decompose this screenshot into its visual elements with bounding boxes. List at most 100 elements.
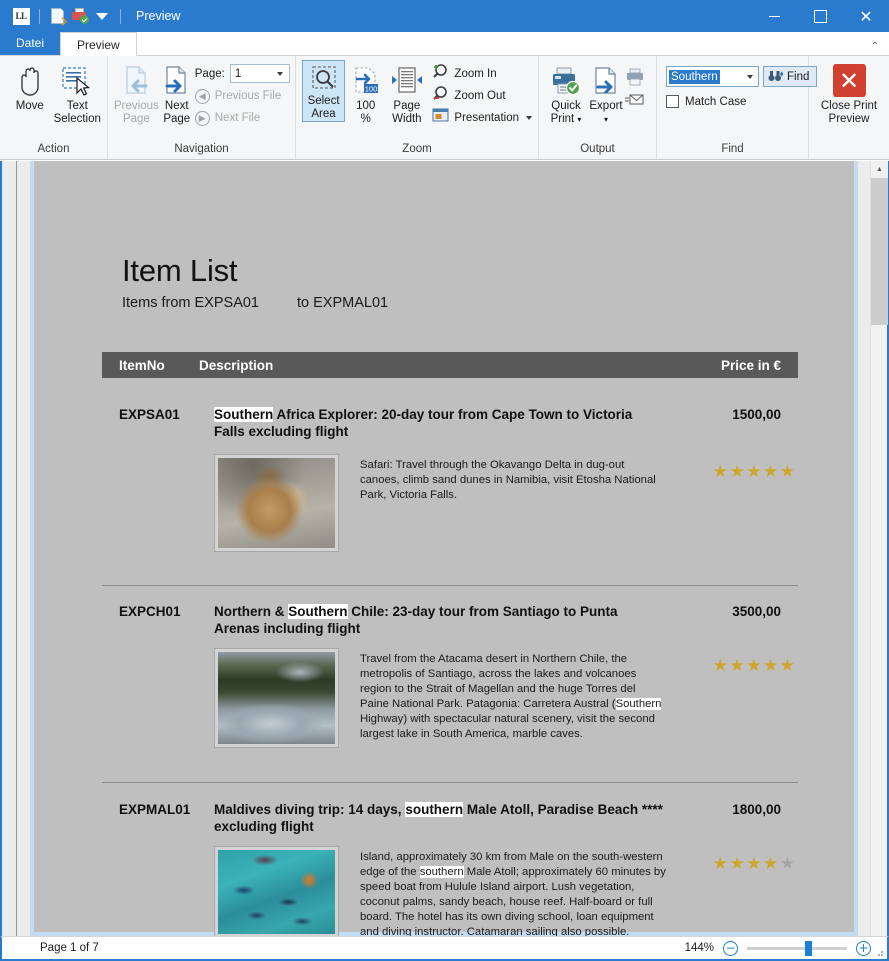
previous-page-button[interactable]: Previous Page — [114, 60, 159, 126]
group-label-output: Output — [580, 143, 615, 155]
column-header-price: Price in € — [720, 357, 781, 373]
item-thumbnail — [214, 846, 339, 936]
window-title: Preview — [136, 9, 181, 23]
scrollbar-thumb[interactable] — [871, 178, 888, 325]
tab-preview[interactable]: Preview — [60, 32, 137, 56]
move-button[interactable]: Move — [6, 60, 54, 113]
presentation-icon — [432, 108, 449, 128]
presentation-dropdown-icon[interactable] — [526, 116, 532, 120]
quick-print-icon[interactable] — [69, 5, 91, 27]
star-icon: ★ — [779, 656, 795, 676]
presentation-button[interactable]: Presentation — [432, 107, 532, 129]
export-dropdown-icon[interactable]: ▾ — [604, 115, 608, 124]
find-button-label: Find — [787, 70, 810, 83]
match-case-checkbox[interactable] — [666, 95, 679, 108]
maximize-button[interactable] — [797, 0, 843, 32]
zoom-100-icon: 100 — [351, 63, 381, 99]
search-highlight: Southern — [288, 604, 348, 619]
lion-photo — [218, 458, 335, 548]
close-print-preview-button[interactable]: ✕ Close Print Preview — [815, 60, 883, 126]
zoom-in-button-status[interactable]: + — [856, 940, 871, 956]
next-file-button[interactable]: ▶ Next File — [194, 107, 290, 129]
svg-text:100: 100 — [364, 85, 377, 94]
item-code: EXPMAL01 — [119, 802, 191, 817]
find-history-chevron-icon[interactable] — [747, 74, 753, 79]
river-photo — [218, 652, 335, 744]
item-title: Maldives diving trip: 14 days, southern … — [214, 802, 663, 834]
star-icon: ★ — [729, 462, 745, 482]
ribbon-tab-strip: Datei Preview ⌃ — [0, 31, 889, 56]
star-icon: ★ — [763, 854, 779, 874]
quick-print-button[interactable]: Quick Print ▾ — [545, 60, 587, 126]
qat-separator-2 — [120, 8, 121, 24]
search-highlight: southern — [405, 802, 464, 817]
row-separator — [102, 782, 798, 783]
tab-datei[interactable]: Datei — [0, 31, 61, 55]
item-price: 3500,00 — [732, 604, 781, 619]
item-price: 1800,00 — [732, 802, 781, 817]
text-selection-button[interactable]: Text Selection — [54, 60, 102, 126]
page-gutter-line — [16, 161, 17, 936]
arrow-left-circle-icon: ◀ — [194, 88, 210, 104]
group-label-find: Find — [721, 143, 744, 155]
zoom-in-button[interactable]: Zoom In — [432, 63, 532, 85]
previous-file-button[interactable]: ◀ Previous File — [194, 85, 290, 107]
page-width-button[interactable]: Page Width — [386, 60, 427, 126]
customize-qat-chevron-icon[interactable] — [91, 5, 113, 27]
star-icon: ★ — [729, 656, 745, 676]
rating-stars: ★ ★ ★ ★ ★ — [713, 856, 795, 873]
ribbon-group-zoom: Select Area 100 100 % Page Width Zoom In… — [296, 56, 539, 159]
match-case-row[interactable]: Match Case — [666, 95, 746, 108]
page-indicator: Page 1 of 7 — [40, 942, 99, 954]
qat-separator-1 — [39, 8, 40, 24]
page-number-combobox[interactable]: 1 — [229, 64, 290, 83]
minimize-button[interactable] — [751, 0, 797, 32]
page-subtitle: Items from EXPSA01 to EXPMAL01 — [122, 295, 388, 311]
text-selection-icon — [60, 63, 94, 99]
print-preview-canvas[interactable]: Item List Items from EXPSA01 to EXPMAL01… — [0, 161, 889, 936]
star-icon: ★ — [746, 462, 762, 482]
zoom-out-button-status[interactable]: − — [723, 940, 738, 956]
vertical-scrollbar[interactable]: ▲ — [870, 161, 888, 936]
resize-grip-icon[interactable] — [874, 947, 884, 957]
open-document-icon[interactable] — [47, 5, 69, 27]
quick-print-dropdown-icon[interactable]: ▾ — [577, 115, 581, 124]
close-window-button[interactable]: ✕ — [843, 0, 889, 32]
zoom-in-label: Zoom In — [454, 68, 497, 80]
page-width-label: Page Width — [392, 100, 422, 125]
group-label-action: Action — [37, 143, 70, 155]
zoom-out-button[interactable]: Zoom Out — [432, 85, 532, 107]
zoom-slider-handle[interactable] — [805, 940, 812, 956]
row-separator — [102, 585, 798, 586]
zoom-slider[interactable] — [747, 940, 847, 956]
next-file-label: Next File — [214, 112, 261, 124]
subtitle-to: to EXPMAL01 — [297, 295, 389, 311]
ribbon-group-output: Quick Print ▾ Export ▾ Output — [539, 56, 657, 159]
zoom-100-button[interactable]: 100 100 % — [347, 60, 384, 126]
next-page-button[interactable]: Next Page — [161, 60, 193, 126]
select-area-icon — [309, 64, 339, 94]
previous-page-label: Previous Page — [114, 100, 159, 125]
print-button[interactable] — [625, 65, 645, 89]
collapse-ribbon-icon[interactable]: ⌃ — [871, 41, 879, 52]
column-header-description: Description — [199, 357, 274, 373]
scroll-up-button[interactable]: ▲ — [871, 161, 888, 178]
printer-icon — [627, 68, 643, 86]
star-icon: ★ — [712, 854, 728, 874]
quick-print-label: Quick Print ▾ — [550, 100, 582, 125]
export-button[interactable]: Export ▾ — [587, 60, 625, 126]
item-description: Travel from the Atacama desert in Northe… — [360, 653, 662, 740]
page-label: Page: — [194, 67, 225, 80]
previous-file-label: Previous File — [214, 90, 282, 102]
arrow-right-circle-icon: ▶ — [194, 110, 210, 126]
page-field-row: Page: 1 — [195, 64, 290, 83]
star-icon: ★ — [779, 462, 795, 482]
find-search-input[interactable]: Southern — [666, 66, 759, 87]
select-area-button[interactable]: Select Area — [302, 60, 346, 122]
send-mail-button[interactable] — [625, 89, 645, 111]
find-search-value: Southern — [669, 69, 720, 84]
zoom-100-label: 100 % — [356, 100, 376, 125]
move-label: Move — [15, 100, 44, 112]
zoom-in-icon — [432, 63, 449, 85]
zoom-out-label: Zoom Out — [454, 90, 506, 102]
